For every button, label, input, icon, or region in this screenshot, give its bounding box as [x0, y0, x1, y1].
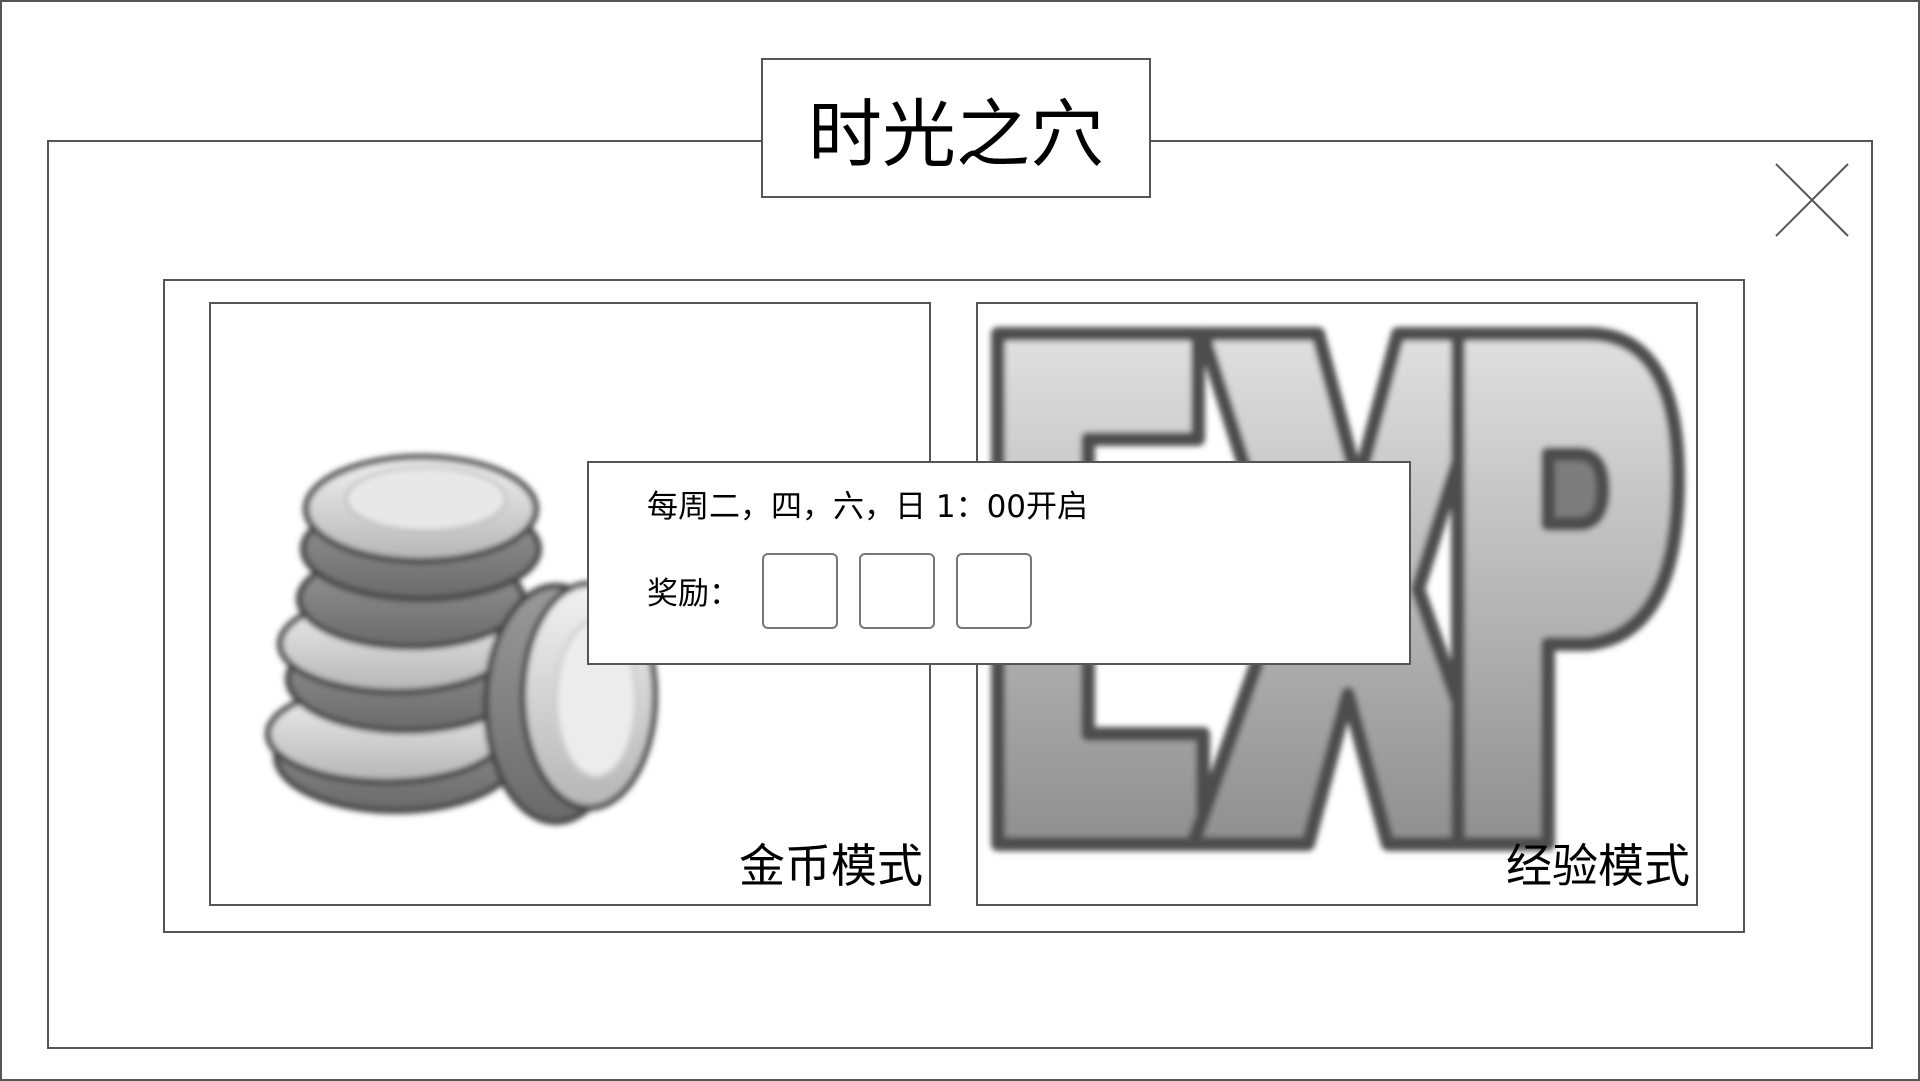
schedule-text: 每周二，四，六，日 1：00开启	[647, 489, 1089, 525]
reward-slot[interactable]	[956, 553, 1032, 629]
dialog-title: 时光之穴	[761, 58, 1151, 198]
close-button[interactable]	[1774, 162, 1850, 238]
reward-label: 奖励：	[647, 576, 740, 612]
exp-mode-label: 经验模式	[1506, 839, 1690, 893]
dialog-title-text: 时光之穴	[808, 91, 1104, 178]
reward-slot[interactable]	[762, 553, 838, 629]
reward-slot[interactable]	[859, 553, 935, 629]
mode-info-popup: 每周二，四，六，日 1：00开启 奖励：	[587, 461, 1411, 665]
close-icon	[1775, 163, 1849, 237]
gold-mode-label: 金币模式	[739, 839, 923, 893]
